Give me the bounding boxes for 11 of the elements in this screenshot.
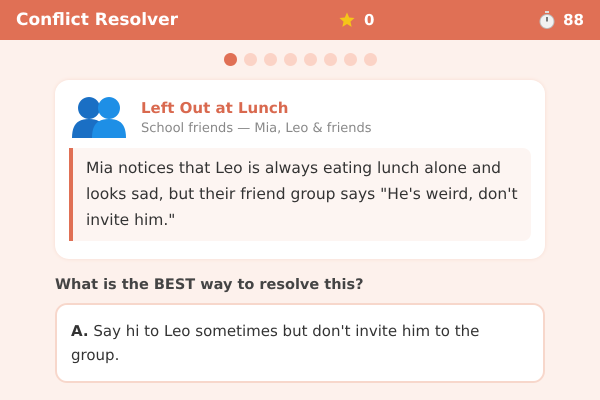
- answer-option[interactable]: A. Say hi to Leo sometimes but don't invite him to the group.: [55, 303, 545, 383]
- scenario-text: Mia notices that Leo is always eating lunch alone and looks sad, but their friend group says "He's weird, don't invite him.": [69, 148, 531, 241]
- score-count: 0: [364, 11, 374, 29]
- question-text: What is the BEST way to resolve this?: [55, 277, 365, 293]
- scenario-subtitle: School friends — Mia, Leo & friends: [141, 120, 372, 136]
- star-icon: [338, 11, 356, 29]
- app-title: Conflict Resolver: [16, 10, 180, 30]
- people-icon: [72, 96, 126, 138]
- stopwatch-icon: [539, 11, 556, 29]
- scenario-title: Left Out at Lunch: [141, 98, 290, 116]
- timer-count: 88: [563, 11, 584, 29]
